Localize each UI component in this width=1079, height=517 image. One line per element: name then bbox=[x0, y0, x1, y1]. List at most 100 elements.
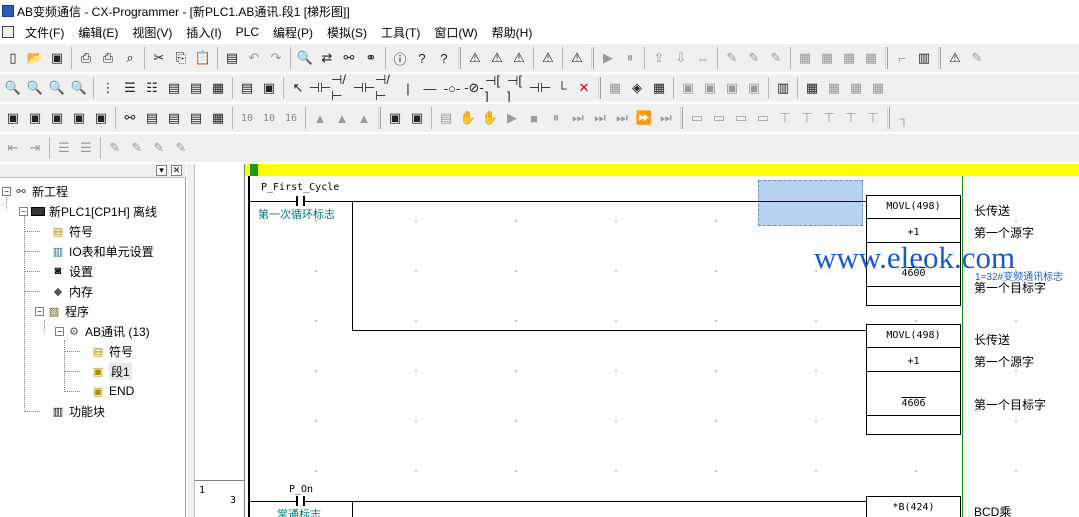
ci-icon[interactable]: ▣ bbox=[258, 77, 280, 99]
tree-item-section1[interactable]: ▣ 段1 bbox=[91, 361, 132, 381]
tree-item-end[interactable]: ▣ END bbox=[91, 381, 135, 401]
memory-card-icon[interactable]: ▥ bbox=[913, 47, 935, 69]
sfc-4-icon[interactable]: ▭ bbox=[752, 107, 774, 129]
monitor-4-icon[interactable]: ▦ bbox=[860, 47, 882, 69]
indent-icon[interactable]: ⇤ bbox=[2, 137, 24, 159]
paste-icon[interactable]: 📋 bbox=[192, 47, 214, 69]
transfer-icon[interactable]: ⇪ bbox=[648, 47, 670, 69]
zoom-fit-icon[interactable]: 🔍 bbox=[68, 77, 90, 99]
pt-contact-icon[interactable]: ⊣[ ] bbox=[507, 74, 529, 102]
warning-check-icon[interactable]: ⚠ bbox=[508, 47, 530, 69]
save-icon[interactable]: ▣ bbox=[46, 47, 68, 69]
transfer-from-icon[interactable]: ⇩ bbox=[670, 47, 692, 69]
line-connect-icon[interactable]: └ bbox=[551, 77, 573, 99]
delete-line-icon[interactable]: ✕ bbox=[573, 77, 595, 99]
tree-item-programs[interactable]: − ▧ 程序 bbox=[35, 301, 89, 321]
comment-icon[interactable]: ☰ bbox=[53, 137, 75, 159]
window-layout-2-icon[interactable]: ▦ bbox=[823, 77, 845, 99]
sfc-7-icon[interactable]: ⊤ bbox=[818, 107, 840, 129]
toolbar-grip[interactable] bbox=[938, 47, 941, 69]
ladder-view-icon[interactable]: ⚯ bbox=[119, 107, 141, 129]
signed-decimal-display-button[interactable]: 10 bbox=[258, 107, 280, 129]
online-edit-cancel-icon[interactable]: ✎ bbox=[765, 47, 787, 69]
project-workspace-icon[interactable]: ▣ bbox=[2, 107, 24, 129]
toolbar-grip[interactable] bbox=[680, 107, 683, 129]
online-icon[interactable]: ⚠ bbox=[566, 47, 588, 69]
context-help-icon[interactable]: ? bbox=[433, 47, 455, 69]
step-out-icon[interactable]: ⏭ bbox=[611, 107, 633, 129]
tree-item-plc[interactable]: − 新PLC1[CP1H] 离线 bbox=[19, 201, 157, 221]
menu-window[interactable]: 窗口(W) bbox=[427, 24, 484, 41]
warning-compile-icon[interactable]: ⚠ bbox=[486, 47, 508, 69]
or-nc-contact-icon[interactable]: ⊣/⊢ bbox=[375, 74, 397, 102]
step-in-icon[interactable]: ⏭ bbox=[589, 107, 611, 129]
online-edit-send-icon[interactable]: ✎ bbox=[743, 47, 765, 69]
toolbar-grip[interactable] bbox=[458, 47, 461, 69]
show-symbols-icon[interactable]: ▤ bbox=[163, 77, 185, 99]
redo-icon[interactable]: ↷ bbox=[265, 47, 287, 69]
copy-icon[interactable]: ⎘ bbox=[170, 47, 192, 69]
menu-view[interactable]: 视图(V) bbox=[125, 24, 179, 41]
sim-mode-icon[interactable]: ▣ bbox=[384, 107, 406, 129]
window-layout-4-icon[interactable]: ▦ bbox=[867, 77, 889, 99]
instruction-icon[interactable]: ⊣[ ] bbox=[485, 74, 507, 102]
undo-icon[interactable]: ↶ bbox=[243, 47, 265, 69]
toolbar-grip[interactable] bbox=[885, 47, 888, 69]
find-icon[interactable]: 🔍 bbox=[294, 47, 316, 69]
decimal-display-button[interactable]: 10 bbox=[236, 107, 258, 129]
show-comments-icon[interactable]: ☰ bbox=[119, 77, 141, 99]
toolbar-grip[interactable] bbox=[378, 107, 381, 129]
play-icon[interactable]: ▶ bbox=[501, 107, 523, 129]
coil-icon[interactable]: -○- bbox=[441, 77, 463, 99]
toolbar-grip[interactable] bbox=[887, 107, 890, 129]
data-trace-icon[interactable]: ⚠ bbox=[944, 47, 966, 69]
window-layout-icon[interactable]: ▦ bbox=[801, 77, 823, 99]
sfc-icon[interactable]: ▭ bbox=[686, 107, 708, 129]
address-ref-window-icon[interactable]: ▣ bbox=[68, 107, 90, 129]
bookmark-icon[interactable]: ✎ bbox=[104, 137, 126, 159]
compile-icon[interactable]: ◈ bbox=[626, 77, 648, 99]
address-reference-icon[interactable]: ⚭ bbox=[360, 47, 382, 69]
cut-icon[interactable]: ✂ bbox=[148, 47, 170, 69]
nc-coil-icon[interactable]: -⊘- bbox=[463, 77, 485, 99]
go-up-icon[interactable]: ▲ bbox=[309, 107, 331, 129]
horizontal-line-icon[interactable]: — bbox=[419, 77, 441, 99]
set-value-icon[interactable]: ▣ bbox=[743, 77, 765, 99]
sfc-3-icon[interactable]: ▭ bbox=[730, 107, 752, 129]
watch-window-icon[interactable]: ▣ bbox=[46, 107, 68, 129]
smart-input-icon[interactable]: ▤ bbox=[236, 77, 258, 99]
menu-program[interactable]: 编程(P) bbox=[266, 24, 320, 41]
sfc-2-icon[interactable]: ▭ bbox=[708, 107, 730, 129]
tree-item-io-table[interactable]: ▥ IO表和单元设置 bbox=[51, 241, 154, 261]
window-layout-3-icon[interactable]: ▦ bbox=[845, 77, 867, 99]
tree-item-task-symbols[interactable]: ▤ 符号 bbox=[91, 341, 133, 361]
step-icon[interactable]: ⏭ bbox=[567, 107, 589, 129]
print-icon[interactable]: ⎙ bbox=[97, 47, 119, 69]
go-up-3-icon[interactable]: ▲ bbox=[353, 107, 375, 129]
mnemonic-view-icon[interactable]: ▤ bbox=[141, 107, 163, 129]
info-icon[interactable]: ⓘ bbox=[389, 47, 411, 69]
tree-item-settings[interactable]: ◙ 设置 bbox=[51, 261, 93, 281]
tree-item-task[interactable]: − ⚙ AB通讯 (13) bbox=[55, 321, 150, 341]
work-online-icon[interactable]: ⚠ bbox=[537, 47, 559, 69]
sfc-8-icon[interactable]: ⊤ bbox=[840, 107, 862, 129]
menu-file[interactable]: 文件(F) bbox=[18, 24, 71, 41]
clipboard-icon[interactable]: ▤ bbox=[221, 47, 243, 69]
hex-display-button[interactable]: 16 bbox=[280, 107, 302, 129]
monitor-symbol-icon[interactable]: ▤ bbox=[185, 77, 207, 99]
monitor-3-icon[interactable]: ▦ bbox=[838, 47, 860, 69]
properties-icon[interactable]: ▣ bbox=[90, 107, 112, 129]
no-contact-icon[interactable]: ⊣⊢ bbox=[309, 77, 332, 99]
sim-debug-icon[interactable]: ▣ bbox=[406, 107, 428, 129]
warning-icon[interactable]: ⚠ bbox=[464, 47, 486, 69]
sfc-9-icon[interactable]: ⊤ bbox=[862, 107, 884, 129]
scan-step-icon[interactable]: ⏭ bbox=[655, 107, 677, 129]
tree-item-project[interactable]: − ⚯ 新工程 bbox=[2, 181, 68, 201]
grid-icon[interactable]: ⋮ bbox=[97, 77, 119, 99]
pause-icon[interactable]: ⏸ bbox=[619, 47, 641, 69]
collapse-icon[interactable]: − bbox=[35, 306, 44, 316]
uncomment-icon[interactable]: ☰ bbox=[75, 137, 97, 159]
tree-item-function-blocks[interactable]: ▥ 功能块 bbox=[51, 401, 105, 421]
menu-simulate[interactable]: 模拟(S) bbox=[320, 24, 374, 41]
compile-all-icon[interactable]: ▦ bbox=[648, 77, 670, 99]
